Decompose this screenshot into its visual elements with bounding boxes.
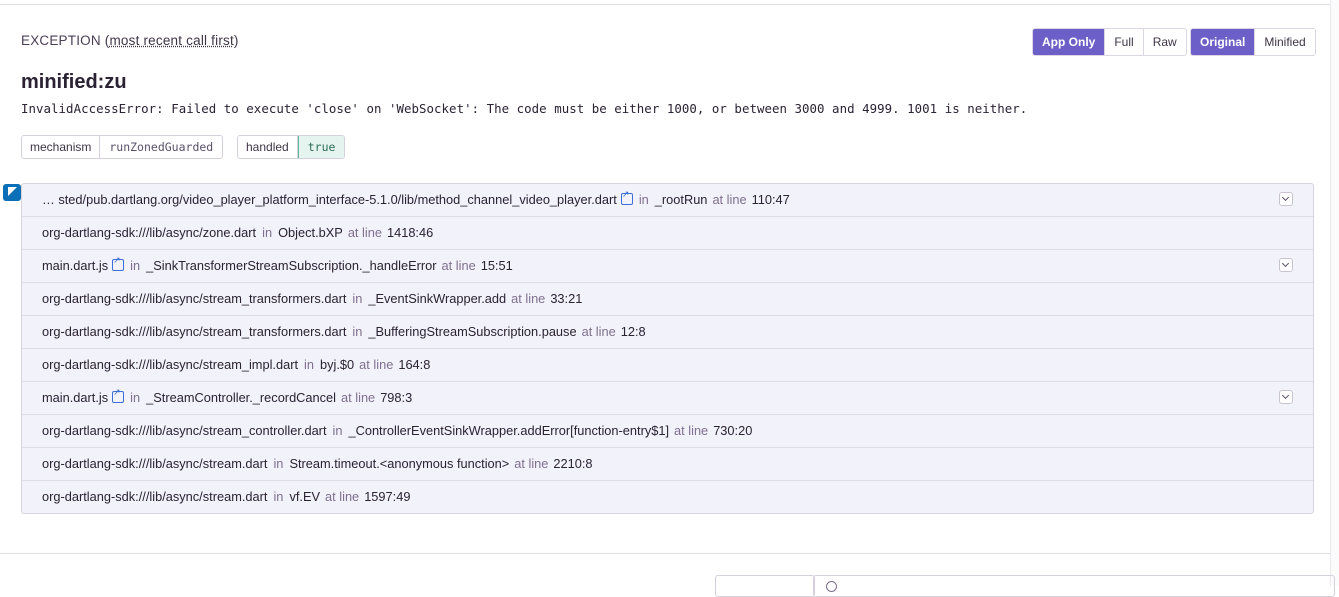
frame-filename: org-dartlang-sdk:///lib/async/stream_imp… <box>42 357 299 372</box>
exception-header: EXCEPTION (most recent call first) <box>21 33 239 48</box>
frame-function: _StreamController._recordCancel <box>146 390 337 405</box>
symbolication-toggle-group: Original Minified <box>1190 28 1316 56</box>
mechanism-tag[interactable]: mechanism runZonedGuarded <box>21 135 224 159</box>
frame-in-label: in <box>352 324 363 339</box>
frame-in-label: in <box>304 357 315 372</box>
stack-frame-row[interactable]: main.dart.js in _SinkTransformerStreamSubs… <box>22 250 1313 283</box>
frame-filename: org-dartlang-sdk:///lib/async/stream_con… <box>42 423 327 438</box>
frame-line-number: 1418:46 <box>386 225 434 240</box>
frame-function: Object.bXP <box>278 225 343 240</box>
bottom-dropdown[interactable] <box>715 575 815 597</box>
mechanism-tag-key: mechanism <box>22 136 101 158</box>
frame-line-number: 730:20 <box>713 423 753 438</box>
stack-frame-row[interactable]: org-dartlang-sdk:///lib/async/stream_imp… <box>22 349 1313 382</box>
chevron-down-icon[interactable] <box>1279 390 1293 404</box>
frame-filename: org-dartlang-sdk:///lib/async/stream_tra… <box>42 324 347 339</box>
minified-button[interactable]: Minified <box>1255 29 1315 55</box>
frame-line-number: 12:8 <box>620 324 646 339</box>
frame-at-line-label: at line <box>325 489 360 504</box>
mechanism-tag-value: runZonedGuarded <box>109 140 214 154</box>
exception-type: minified:zu <box>21 71 127 93</box>
frame-in-label: in <box>273 456 284 471</box>
frame-line-number: 110:47 <box>751 192 790 207</box>
frame-function: _EventSinkWrapper.add <box>368 291 507 306</box>
frame-filename: org-dartlang-sdk:///lib/async/stream_tra… <box>42 291 347 306</box>
frame-filename: org-dartlang-sdk:///lib/async/stream.dar… <box>42 456 268 471</box>
stack-frame-row[interactable]: org-dartlang-sdk:///lib/async/stream_tra… <box>22 316 1313 349</box>
chevron-down-icon[interactable] <box>1279 258 1293 272</box>
frame-filename: org-dartlang-sdk:///lib/async/zone.dart <box>42 225 257 240</box>
full-button[interactable]: Full <box>1105 29 1144 55</box>
frame-in-label: in <box>638 192 649 207</box>
frame-filename: main.dart.js <box>42 390 109 405</box>
frame-function: _ControllerEventSinkWrapper.addError[fun… <box>348 423 670 438</box>
frame-filename: org-dartlang-sdk:///lib/async/stream.dar… <box>42 489 268 504</box>
frame-at-line-label: at line <box>581 324 616 339</box>
window-edge <box>1330 0 1339 586</box>
stack-frame-row[interactable]: org-dartlang-sdk:///lib/async/stream.dar… <box>22 481 1313 513</box>
frame-line-number: 2210:8 <box>553 456 593 471</box>
frame-at-line-label: at line <box>441 258 476 273</box>
chevron-down-icon[interactable] <box>1279 192 1293 206</box>
frame-in-label: in <box>352 291 363 306</box>
stack-frame-row[interactable]: org-dartlang-sdk:///lib/async/stream_con… <box>22 415 1313 448</box>
exception-label: EXCEPTION <box>21 33 101 48</box>
stack-frame-row[interactable]: org-dartlang-sdk:///lib/async/zone.dart i… <box>22 217 1313 250</box>
exception-value: InvalidAccessError: Failed to execute 'c… <box>21 101 1028 116</box>
handled-tag-key: handled <box>238 136 298 158</box>
frame-function: _rootRun <box>654 192 708 207</box>
frame-filename: main.dart.js <box>42 258 109 273</box>
frame-function: byj.$0 <box>320 357 355 372</box>
frame-line-number: 164:8 <box>398 357 431 372</box>
stack-frame-row[interactable]: org-dartlang-sdk:///lib/async/stream_tra… <box>22 283 1313 316</box>
frame-at-line-label: at line <box>347 225 382 240</box>
frame-at-line-label: at line <box>712 192 747 207</box>
view-toggle-group: App Only Full Raw <box>1032 28 1187 56</box>
frame-function: vf.EV <box>289 489 321 504</box>
top-divider <box>0 0 1331 5</box>
frame-in-label: in <box>273 489 284 504</box>
handled-tag-value: true <box>297 136 345 158</box>
search-icon <box>826 581 837 592</box>
frame-function: _SinkTransformerStreamSubscription._hand… <box>146 258 437 273</box>
handled-tag[interactable]: handled true <box>237 135 346 159</box>
stack-frame-row[interactable]: main.dart.js in _StreamController._recordC… <box>22 382 1313 415</box>
frame-function: Stream.timeout.<anonymous function> <box>289 456 510 471</box>
frame-at-line-label: at line <box>514 456 549 471</box>
frame-in-label: in <box>262 225 273 240</box>
external-link-icon[interactable] <box>112 382 125 403</box>
most-recent-call-first-label[interactable]: most recent call first <box>109 33 233 48</box>
frame-function: _BufferingStreamSubscription.pause <box>368 324 577 339</box>
frame-in-label: in <box>130 390 141 405</box>
stack-frame-row[interactable]: org-dartlang-sdk:///lib/async/stream.dar… <box>22 448 1313 481</box>
frame-at-line-label: at line <box>341 390 376 405</box>
frame-line-number: 798:3 <box>380 390 413 405</box>
bottom-search-input[interactable] <box>813 575 1335 597</box>
external-link-icon[interactable] <box>112 250 125 271</box>
frame-at-line-label: at line <box>511 291 546 306</box>
frame-in-label: in <box>332 423 343 438</box>
app-only-button[interactable]: App Only <box>1033 29 1106 55</box>
frame-at-line-label: at line <box>674 423 709 438</box>
frame-filename: … sted/pub.dartlang.org/video_player_pla… <box>42 192 617 207</box>
frame-line-number: 33:21 <box>550 291 583 306</box>
frame-in-label: in <box>130 258 141 273</box>
bottom-divider <box>0 553 1331 554</box>
frame-line-number: 15:51 <box>480 258 513 273</box>
external-link-icon[interactable] <box>620 184 633 205</box>
frame-at-line-label: at line <box>359 357 394 372</box>
dart-icon <box>3 184 21 201</box>
original-button[interactable]: Original <box>1191 29 1256 55</box>
frame-line-number: 1597:49 <box>364 489 411 504</box>
stack-frame-row[interactable]: … sted/pub.dartlang.org/video_player_pla… <box>22 184 1313 217</box>
raw-button[interactable]: Raw <box>1143 29 1186 55</box>
stack-trace-frames: … sted/pub.dartlang.org/video_player_pla… <box>21 183 1314 514</box>
